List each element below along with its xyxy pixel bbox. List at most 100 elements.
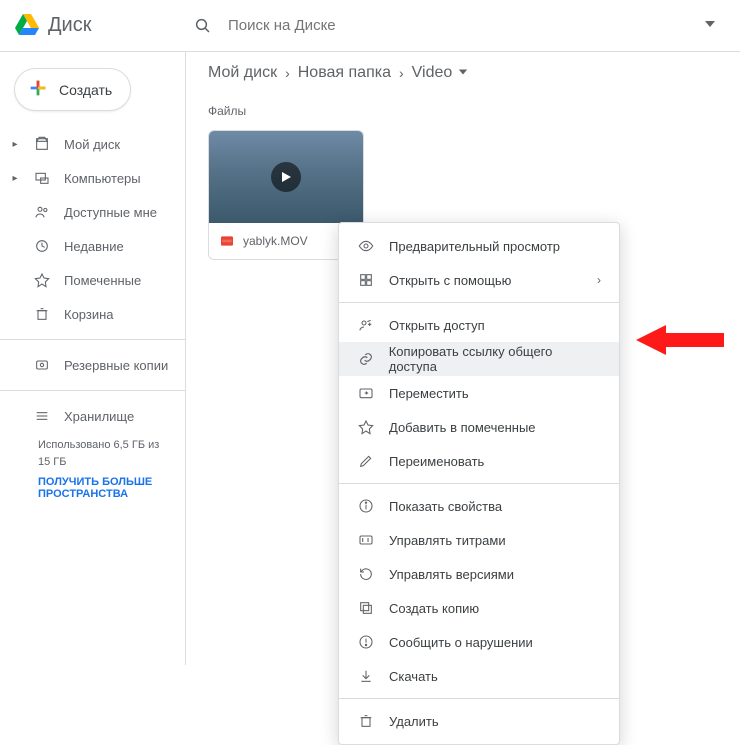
- ctx-remove[interactable]: Удалить: [339, 704, 619, 738]
- context-menu: Предварительный просмотр Открыть с помощ…: [338, 222, 620, 745]
- ctx-label: Переименовать: [389, 454, 484, 469]
- info-icon: [357, 498, 375, 514]
- download-icon: [357, 668, 375, 684]
- breadcrumb-item[interactable]: Новая папка: [298, 64, 391, 82]
- ctx-label: Показать свойства: [389, 499, 502, 514]
- versions-icon: [357, 566, 375, 582]
- ctx-captions[interactable]: Управлять титрами: [339, 523, 619, 557]
- sidebar-item-shared[interactable]: Доступные мне: [0, 195, 185, 229]
- eye-icon: [357, 238, 375, 254]
- ctx-copy-share-link[interactable]: Копировать ссылку общего доступа: [339, 342, 619, 376]
- topbar: Диск: [0, 0, 740, 52]
- ctx-label: Переместить: [389, 386, 469, 401]
- ctx-share[interactable]: Открыть доступ: [339, 308, 619, 342]
- breadcrumb-item-current[interactable]: Video: [412, 64, 469, 82]
- ctx-versions[interactable]: Управлять версиями: [339, 557, 619, 591]
- ctx-label: Открыть доступ: [389, 318, 485, 333]
- sidebar-item-label: Хранилище: [64, 409, 134, 424]
- nav-divider: [0, 339, 185, 340]
- ctx-preview[interactable]: Предварительный просмотр: [339, 229, 619, 263]
- trash-icon: [32, 306, 52, 322]
- ctx-label: Создать копию: [389, 601, 479, 616]
- chevron-down-icon: [458, 64, 468, 82]
- ctx-label: Сообщить о нарушении: [389, 635, 533, 650]
- ctx-label: Добавить в помеченные: [389, 420, 536, 435]
- ctx-separator: [339, 698, 619, 699]
- expand-icon: ▸: [10, 173, 20, 184]
- backups-icon: [32, 357, 52, 373]
- ctx-separator: [339, 302, 619, 303]
- computers-icon: [32, 170, 52, 186]
- sidebar-item-label: Недавние: [64, 239, 124, 254]
- search-input[interactable]: [226, 16, 698, 35]
- section-label: Файлы: [208, 104, 724, 118]
- sidebar-item-computers[interactable]: ▸ Компьютеры: [0, 161, 185, 195]
- new-button-label: Создать: [59, 82, 112, 98]
- captions-icon: [357, 532, 375, 548]
- move-icon: [357, 385, 375, 401]
- sidebar-item-label: Корзина: [64, 307, 114, 322]
- storage-upgrade-link[interactable]: ПОЛУЧИТЬ БОЛЬШЕ ПРОСТРАНСТВА: [0, 470, 185, 500]
- ctx-label: Открыть с помощью: [389, 273, 511, 288]
- rename-icon: [357, 453, 375, 469]
- ctx-label: Предварительный просмотр: [389, 239, 560, 254]
- ctx-separator: [339, 483, 619, 484]
- sidebar-item-trash[interactable]: Корзина: [0, 297, 185, 331]
- ctx-label: Копировать ссылку общего доступа: [389, 344, 601, 374]
- copy-icon: [357, 600, 375, 616]
- ctx-add-star[interactable]: Добавить в помеченные: [339, 410, 619, 444]
- ctx-rename[interactable]: Переименовать: [339, 444, 619, 478]
- storage-used: Использовано 6,5 ГБ из 15 ГБ: [0, 433, 185, 470]
- report-icon: [357, 634, 375, 650]
- sidebar-item-my-drive[interactable]: ▸ Мой диск: [0, 127, 185, 161]
- chevron-right-icon: ›: [285, 65, 290, 81]
- sidebar-item-recent[interactable]: Недавние: [0, 229, 185, 263]
- recent-icon: [32, 238, 52, 254]
- sidebar-item-label: Резервные копии: [64, 358, 168, 373]
- nav-divider: [0, 390, 185, 391]
- star-add-icon: [357, 419, 375, 435]
- share-icon: [357, 317, 375, 333]
- app-name: Диск: [48, 14, 91, 37]
- chevron-right-icon: ›: [399, 65, 404, 81]
- file-thumbnail: [209, 131, 363, 223]
- breadcrumb: Мой диск › Новая папка › Video: [208, 64, 724, 82]
- sidebar-item-label: Компьютеры: [64, 171, 141, 186]
- ctx-label: Скачать: [389, 669, 438, 684]
- ctx-make-copy[interactable]: Создать копию: [339, 591, 619, 625]
- ctx-label: Управлять версиями: [389, 567, 514, 582]
- sidebar: Создать ▸ Мой диск ▸ Компьютеры Доступны…: [0, 52, 186, 665]
- sidebar-item-starred[interactable]: Помеченные: [0, 263, 185, 297]
- ctx-open-with[interactable]: Открыть с помощью ›: [339, 263, 619, 297]
- ctx-label: Управлять титрами: [389, 533, 506, 548]
- delete-icon: [357, 713, 375, 729]
- app-logo-wrap[interactable]: Диск: [14, 11, 184, 40]
- sidebar-item-backups[interactable]: Резервные копии: [0, 348, 185, 382]
- search-bar[interactable]: [184, 6, 698, 46]
- sidebar-item-label: Помеченные: [64, 273, 141, 288]
- sidebar-item-storage[interactable]: Хранилище: [0, 399, 185, 433]
- video-file-icon: [219, 233, 235, 249]
- submenu-indicator-icon: ›: [597, 273, 601, 287]
- my-drive-icon: [32, 136, 52, 152]
- star-icon: [32, 272, 52, 288]
- shared-icon: [32, 204, 52, 220]
- search-options-icon[interactable]: [698, 12, 722, 39]
- play-icon: [271, 162, 301, 192]
- plus-icon: [27, 77, 49, 102]
- file-name: yablyk.MOV: [243, 234, 308, 248]
- drive-logo-icon: [14, 11, 40, 40]
- ctx-label: Удалить: [389, 714, 439, 729]
- breadcrumb-item[interactable]: Мой диск: [208, 64, 277, 82]
- new-button[interactable]: Создать: [14, 68, 131, 111]
- open-with-icon: [357, 272, 375, 288]
- ctx-download[interactable]: Скачать: [339, 659, 619, 693]
- sidebar-item-label: Мой диск: [64, 137, 120, 152]
- ctx-report[interactable]: Сообщить о нарушении: [339, 625, 619, 659]
- link-icon: [357, 351, 375, 367]
- sidebar-item-label: Доступные мне: [64, 205, 157, 220]
- search-icon: [194, 17, 212, 35]
- storage-icon: [32, 408, 52, 424]
- ctx-details[interactable]: Показать свойства: [339, 489, 619, 523]
- ctx-move[interactable]: Переместить: [339, 376, 619, 410]
